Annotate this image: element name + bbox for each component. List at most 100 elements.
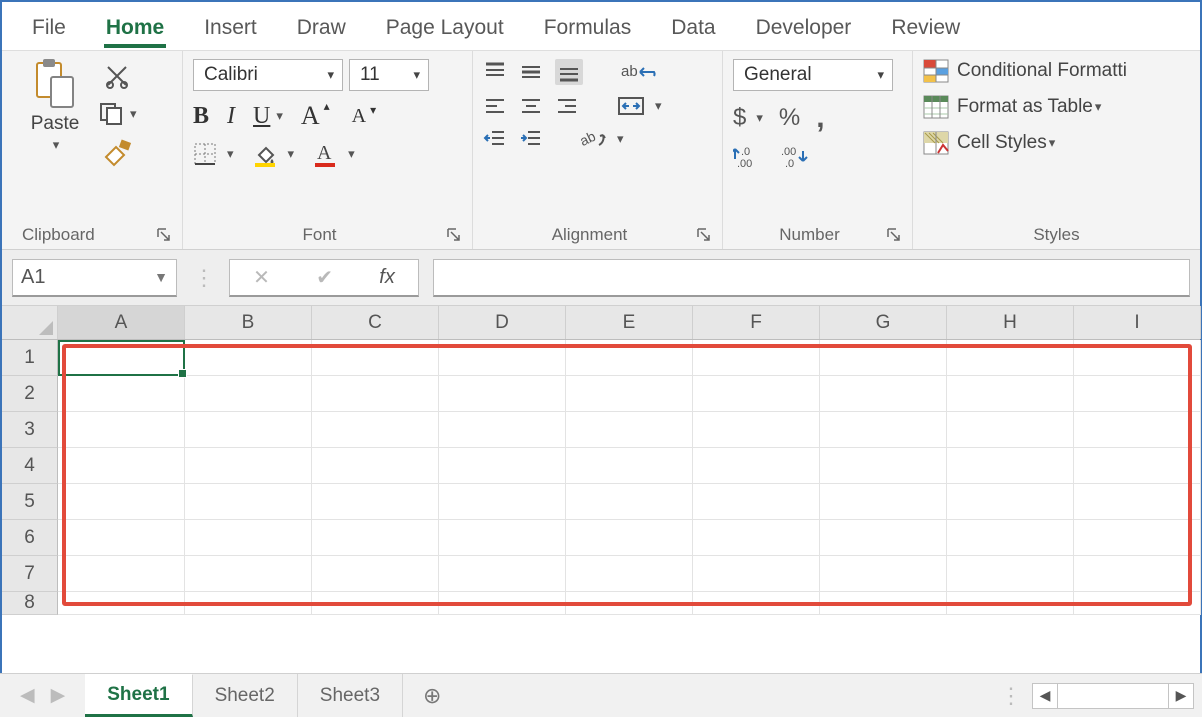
cell[interactable] bbox=[185, 520, 312, 556]
font-size-combo[interactable]: 11 ▾ bbox=[349, 59, 429, 91]
cell[interactable] bbox=[1074, 376, 1201, 412]
cell[interactable] bbox=[1074, 520, 1201, 556]
add-sheet-button[interactable]: ⊕ bbox=[403, 674, 461, 717]
tab-formulas[interactable]: Formulas bbox=[542, 12, 634, 50]
cell[interactable] bbox=[1074, 448, 1201, 484]
tab-insert[interactable]: Insert bbox=[202, 12, 259, 50]
cell[interactable] bbox=[1074, 484, 1201, 520]
bold-button[interactable]: B bbox=[193, 103, 209, 130]
align-middle-button[interactable] bbox=[519, 61, 543, 83]
cell[interactable] bbox=[820, 484, 947, 520]
cell[interactable] bbox=[439, 556, 566, 592]
shrink-font-button[interactable]: A▾ bbox=[352, 105, 366, 128]
chevron-down-icon[interactable]: ▾ bbox=[655, 98, 662, 114]
chevron-down-icon[interactable]: ▾ bbox=[130, 106, 137, 122]
format-painter-button[interactable] bbox=[102, 139, 132, 167]
tab-data[interactable]: Data bbox=[669, 12, 717, 50]
cell[interactable] bbox=[693, 448, 820, 484]
align-bottom-button[interactable] bbox=[555, 59, 583, 85]
cell[interactable] bbox=[947, 412, 1074, 448]
cell[interactable] bbox=[820, 520, 947, 556]
cell[interactable] bbox=[58, 340, 185, 376]
dialog-launcher-icon[interactable] bbox=[446, 227, 462, 243]
cell[interactable] bbox=[312, 484, 439, 520]
cell[interactable] bbox=[947, 484, 1074, 520]
col-header[interactable]: A bbox=[58, 306, 185, 339]
cell[interactable] bbox=[693, 556, 820, 592]
decrease-decimal-button[interactable]: .00.0 bbox=[779, 145, 809, 169]
cell[interactable] bbox=[693, 484, 820, 520]
cell[interactable] bbox=[312, 340, 439, 376]
cell[interactable] bbox=[58, 376, 185, 412]
scroll-track[interactable] bbox=[1058, 683, 1168, 709]
cell[interactable] bbox=[1074, 340, 1201, 376]
cell[interactable] bbox=[58, 520, 185, 556]
scroll-right-icon[interactable]: ▶ bbox=[1168, 683, 1194, 709]
percent-button[interactable]: % bbox=[779, 104, 800, 132]
merge-center-button[interactable] bbox=[617, 95, 645, 117]
cell[interactable] bbox=[820, 448, 947, 484]
drag-handle-icon[interactable]: ⋮ bbox=[998, 683, 1022, 709]
cell[interactable] bbox=[566, 340, 693, 376]
cell[interactable] bbox=[566, 448, 693, 484]
row-header[interactable]: 5 bbox=[2, 484, 58, 520]
grow-font-button[interactable]: A▴ bbox=[301, 101, 320, 131]
cell[interactable] bbox=[693, 592, 820, 615]
font-name-combo[interactable]: Calibri ▾ bbox=[193, 59, 343, 91]
sheet-nav-next-icon[interactable]: ▶ bbox=[51, 684, 66, 707]
cell[interactable] bbox=[312, 556, 439, 592]
dialog-launcher-icon[interactable] bbox=[696, 227, 712, 243]
enter-formula-button[interactable]: ✔ bbox=[316, 265, 333, 290]
cell[interactable] bbox=[947, 520, 1074, 556]
underline-button[interactable]: U bbox=[253, 103, 270, 130]
cell[interactable] bbox=[566, 412, 693, 448]
cell[interactable] bbox=[312, 448, 439, 484]
cell[interactable] bbox=[566, 556, 693, 592]
fill-color-button[interactable] bbox=[252, 141, 278, 167]
row-header[interactable]: 7 bbox=[2, 556, 58, 592]
increase-decimal-button[interactable]: .0.00 bbox=[733, 145, 763, 169]
horizontal-scrollbar[interactable]: ◀ ▶ bbox=[1032, 683, 1194, 709]
cell[interactable] bbox=[185, 556, 312, 592]
paste-button[interactable]: Paste ▾ bbox=[22, 59, 88, 153]
decrease-indent-button[interactable] bbox=[483, 128, 507, 150]
orientation-button[interactable]: ab bbox=[581, 127, 607, 151]
row-header[interactable]: 6 bbox=[2, 520, 58, 556]
cell[interactable] bbox=[1074, 592, 1201, 615]
cell[interactable] bbox=[312, 412, 439, 448]
dialog-launcher-icon[interactable] bbox=[886, 227, 902, 243]
row-header[interactable]: 8 bbox=[2, 592, 58, 615]
cell[interactable] bbox=[820, 376, 947, 412]
sheet-tab[interactable]: Sheet3 bbox=[298, 674, 403, 717]
cell[interactable] bbox=[185, 340, 312, 376]
cell[interactable] bbox=[693, 412, 820, 448]
sheet-tab[interactable]: Sheet1 bbox=[85, 674, 192, 717]
cell[interactable] bbox=[566, 592, 693, 615]
wrap-text-button[interactable]: ab bbox=[621, 66, 660, 78]
cell[interactable] bbox=[566, 520, 693, 556]
dialog-launcher-icon[interactable] bbox=[156, 227, 172, 243]
align-left-button[interactable] bbox=[483, 96, 507, 116]
col-header[interactable]: E bbox=[566, 306, 693, 339]
cell[interactable] bbox=[820, 592, 947, 615]
cell[interactable] bbox=[58, 556, 185, 592]
comma-button[interactable]: , bbox=[816, 101, 824, 135]
row-header[interactable]: 3 bbox=[2, 412, 58, 448]
chevron-down-icon[interactable]: ▾ bbox=[227, 146, 234, 162]
conditional-formatting-button[interactable]: Conditional Formatti bbox=[957, 60, 1127, 82]
align-right-button[interactable] bbox=[555, 96, 579, 116]
cell[interactable] bbox=[439, 412, 566, 448]
cell[interactable] bbox=[947, 340, 1074, 376]
cell[interactable] bbox=[820, 340, 947, 376]
col-header[interactable]: B bbox=[185, 306, 312, 339]
cell[interactable] bbox=[820, 412, 947, 448]
cell[interactable] bbox=[58, 448, 185, 484]
format-as-table-button[interactable]: Format as Table ▾ bbox=[957, 96, 1101, 118]
cell[interactable] bbox=[439, 340, 566, 376]
cell[interactable] bbox=[312, 376, 439, 412]
col-header[interactable]: F bbox=[693, 306, 820, 339]
cell[interactable] bbox=[185, 376, 312, 412]
cell[interactable] bbox=[58, 412, 185, 448]
cell[interactable] bbox=[312, 592, 439, 615]
col-header[interactable]: D bbox=[439, 306, 566, 339]
